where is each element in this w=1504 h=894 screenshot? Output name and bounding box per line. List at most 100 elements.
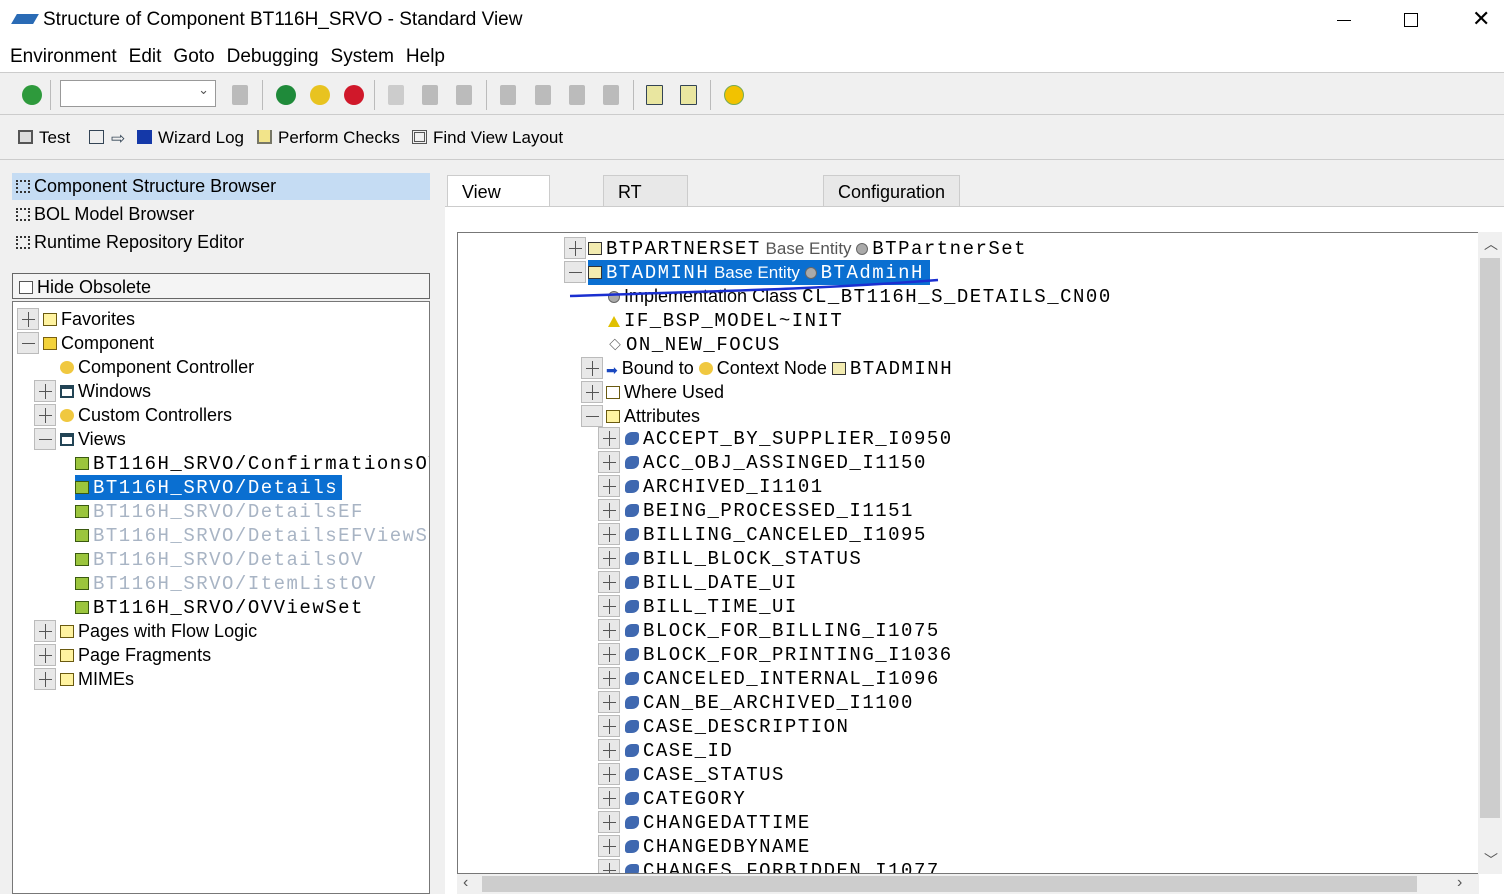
expand-icon[interactable] <box>598 595 620 617</box>
find-view-layout-button[interactable]: Find View Layout <box>412 128 563 148</box>
cancel-icon[interactable] <box>344 85 364 105</box>
expand-icon[interactable] <box>598 691 620 713</box>
close-button[interactable]: ✕ <box>1472 6 1490 32</box>
expand-icon[interactable] <box>17 308 39 330</box>
layout-button[interactable] <box>89 128 110 148</box>
menu-environment[interactable]: Environment <box>10 40 117 73</box>
node-label: Page Fragments <box>78 645 212 665</box>
expand-icon[interactable] <box>598 835 620 857</box>
enter-icon[interactable] <box>22 85 42 105</box>
expand-icon[interactable] <box>598 787 620 809</box>
first-page-icon[interactable] <box>500 85 516 105</box>
menu-goto[interactable]: Goto <box>173 40 214 73</box>
collapse-icon[interactable] <box>17 332 39 354</box>
back-icon[interactable] <box>276 85 296 105</box>
node-content: Component <box>43 331 158 355</box>
collapse-icon[interactable] <box>581 405 603 427</box>
vertical-scroll-thumb[interactable] <box>1480 258 1500 818</box>
expand-icon[interactable] <box>598 475 620 497</box>
exit-icon[interactable] <box>310 85 330 105</box>
node-content: Where Used <box>606 380 730 404</box>
expand-icon[interactable] <box>34 620 56 642</box>
attribute-icon <box>625 768 639 781</box>
expand-icon[interactable] <box>598 571 620 593</box>
expand-icon[interactable] <box>598 643 620 665</box>
expand-icon[interactable] <box>598 523 620 545</box>
menu-edit[interactable]: Edit <box>129 40 162 73</box>
tab-configuration[interactable]: Configuration <box>823 175 961 207</box>
scroll-up-icon[interactable]: ︿ <box>1484 234 1498 254</box>
find-next-icon[interactable] <box>456 85 472 105</box>
expand-icon[interactable] <box>598 547 620 569</box>
menu-bar: Environment Edit Goto Debugging System Help <box>0 40 1504 73</box>
attribute-name: BEING_PROCESSED_I1151 <box>643 500 914 522</box>
nav-item-bol-model-browser[interactable]: BOL Model Browser <box>12 201 430 228</box>
expand-icon[interactable] <box>598 763 620 785</box>
scroll-left-icon[interactable]: ‹ <box>463 874 468 892</box>
prev-page-icon[interactable] <box>535 85 551 105</box>
command-field[interactable]: ⌄ <box>60 80 216 107</box>
help-icon[interactable] <box>724 85 744 105</box>
expand-icon[interactable] <box>598 619 620 641</box>
attribute-name: BILL_TIME_UI <box>643 596 798 618</box>
expand-icon[interactable] <box>598 859 620 873</box>
horizontal-scroll-thumb[interactable] <box>482 876 1417 892</box>
maximize-button[interactable] <box>1404 13 1418 27</box>
expand-icon[interactable] <box>598 451 620 473</box>
view-icon <box>75 601 89 614</box>
node-content: Views <box>60 427 130 451</box>
controller-icon <box>60 361 74 374</box>
last-page-icon[interactable] <box>603 85 619 105</box>
new-session-icon[interactable] <box>646 85 663 105</box>
menu-debugging[interactable]: Debugging <box>227 40 319 73</box>
expand-icon[interactable] <box>581 381 603 403</box>
node-content: BILL_BLOCK_STATUS <box>625 546 862 571</box>
node-content: CASE_ID <box>625 738 733 763</box>
tab-view-structure[interactable]: View Structure <box>447 175 551 234</box>
nav-item-runtime-repository-editor[interactable]: Runtime Repository Editor <box>12 229 430 256</box>
print-icon[interactable] <box>388 85 404 105</box>
shortcut-icon[interactable] <box>680 85 697 105</box>
expand-icon[interactable] <box>598 667 620 689</box>
perform-checks-label: Perform Checks <box>278 128 400 147</box>
expand-icon[interactable] <box>598 499 620 521</box>
attribute-name: BILL_DATE_UI <box>643 572 798 594</box>
expand-icon[interactable] <box>34 380 56 402</box>
command-input[interactable] <box>62 82 187 106</box>
minimize-button[interactable] <box>1337 20 1351 21</box>
menu-system[interactable]: System <box>331 40 394 73</box>
chevron-down-icon[interactable]: ⌄ <box>198 82 209 98</box>
scroll-right-icon[interactable]: › <box>1457 874 1462 892</box>
attribute-icon <box>625 816 639 829</box>
nav-item-component-structure-browser[interactable]: Component Structure Browser <box>12 173 430 200</box>
attribute-icon <box>625 672 639 685</box>
attribute-name: BLOCK_FOR_BILLING_I1075 <box>643 620 940 642</box>
expand-icon[interactable] <box>34 404 56 426</box>
wizard-log-button[interactable]: Wizard Log <box>137 128 244 148</box>
tab-rt-rep-details-of-view[interactable]: RT Rep Details of View <box>603 175 689 330</box>
next-page-icon[interactable] <box>569 85 585 105</box>
find-icon[interactable] <box>422 85 438 105</box>
collapse-icon[interactable] <box>34 428 56 450</box>
standard-toolbar: ⌄ <box>0 74 1504 115</box>
expand-icon[interactable] <box>598 427 620 449</box>
attribute-icon <box>625 792 639 805</box>
expand-icon[interactable] <box>34 644 56 666</box>
scroll-down-icon[interactable]: ﹀ <box>1484 850 1498 870</box>
folder-icon <box>43 313 57 326</box>
controller-icon <box>60 409 74 422</box>
perform-checks-button[interactable]: Perform Checks <box>257 128 400 148</box>
navigation-button[interactable]: ⇨ <box>111 128 131 148</box>
expand-icon[interactable] <box>598 811 620 833</box>
expand-icon[interactable] <box>598 715 620 737</box>
folder-icon <box>60 625 74 638</box>
expand-icon[interactable] <box>581 357 603 379</box>
expand-icon[interactable] <box>564 237 586 259</box>
expand-icon[interactable] <box>598 739 620 761</box>
hide-obsolete-button[interactable]: Hide Obsolete <box>12 273 430 299</box>
expand-icon[interactable] <box>34 668 56 690</box>
save-icon[interactable] <box>232 85 248 105</box>
sap-logo-icon <box>11 14 39 24</box>
menu-help[interactable]: Help <box>406 40 445 73</box>
test-button[interactable]: Test <box>18 128 70 148</box>
